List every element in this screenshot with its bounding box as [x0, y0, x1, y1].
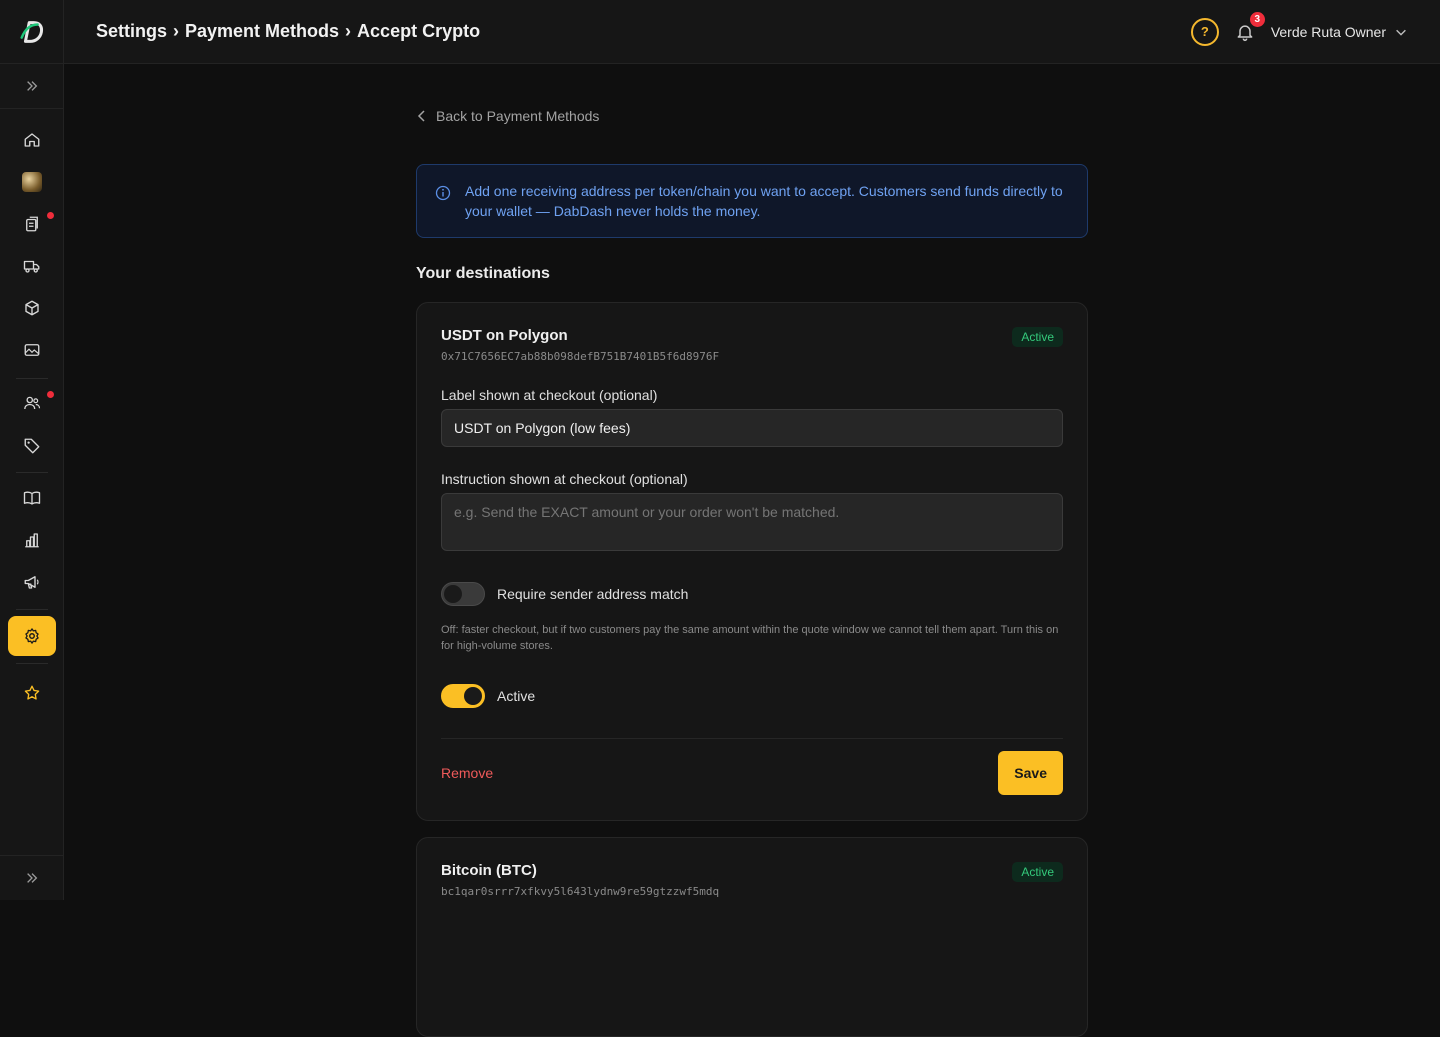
- destination-card: USDT on Polygon 0x71C7656EC7ab88b098defB…: [416, 302, 1088, 821]
- chevron-down-icon: [1396, 29, 1406, 36]
- status-badge: Active: [1012, 327, 1063, 347]
- instruction-field-label: Instruction shown at checkout (optional): [441, 471, 688, 487]
- label-field-label: Label shown at checkout (optional): [441, 387, 658, 403]
- chevrons-right-icon: [27, 873, 38, 883]
- breadcrumb: Settings › Payment Methods › Accept Cryp…: [96, 21, 480, 42]
- sidebar-item-settings[interactable]: [8, 616, 56, 656]
- sender-match-row: Require sender address match: [441, 582, 1063, 606]
- users-icon: [24, 396, 41, 410]
- home-icon: [24, 133, 40, 147]
- sidebar-divider: [16, 472, 48, 473]
- sender-match-label: Require sender address match: [497, 586, 689, 602]
- sender-match-toggle[interactable]: [441, 582, 485, 606]
- sender-match-help: Off: faster checkout, but if two custome…: [441, 624, 1059, 652]
- destination-info: USDT on Polygon 0x71C7656EC7ab88b098defB…: [441, 327, 719, 363]
- breadcrumb-accept-crypto: Accept Crypto: [357, 21, 481, 41]
- sidebar-divider: [16, 663, 48, 664]
- sidebar-item-favorites[interactable]: [8, 673, 56, 713]
- sidebar-item-catalog[interactable]: [8, 478, 56, 518]
- dabdash-logo-icon: [19, 20, 43, 43]
- checkout-label-input[interactable]: USDT on Polygon (low fees): [441, 409, 1063, 447]
- notifications-button[interactable]: 3: [1233, 11, 1265, 44]
- active-row: Active: [441, 684, 1063, 708]
- sidebar: [0, 0, 64, 900]
- checkout-instruction-textarea[interactable]: [441, 493, 1063, 551]
- logo[interactable]: [0, 0, 63, 64]
- book-icon: [23, 491, 41, 505]
- status-badge: Active: [1012, 862, 1063, 882]
- user-menu[interactable]: Verde Ruta Owner: [1271, 24, 1408, 40]
- sidebar-item-discounts[interactable]: [8, 426, 56, 466]
- sidebar-item-delivery[interactable]: [8, 246, 56, 286]
- orders-icon: [26, 216, 38, 232]
- destination-title: Bitcoin (BTC): [441, 862, 537, 879]
- destination-address: bc1qar0srrr7xfkvy5l643lydnw9re59gtzzwf5m…: [441, 885, 720, 898]
- header-actions: ? 3 Verde Ruta Owner: [1190, 11, 1408, 46]
- top-bar: Settings › Payment Methods › Accept Cryp…: [64, 0, 1440, 64]
- help-button[interactable]: ?: [1190, 17, 1219, 46]
- truck-icon: [23, 260, 40, 273]
- info-banner: Add one receiving address per token/chai…: [416, 164, 1088, 238]
- info-icon: [435, 185, 451, 201]
- section-title: Your destinations: [416, 265, 550, 282]
- info-text: Add one receiving address per token/chai…: [465, 183, 1063, 219]
- sidebar-collapse-button[interactable]: [0, 855, 64, 900]
- chart-icon: [25, 533, 39, 548]
- destination-card: Bitcoin (BTC) bc1qar0srrr7xfkvy5l643lydn…: [416, 837, 1088, 1037]
- sidebar-item-home[interactable]: [8, 120, 56, 160]
- sidebar-divider: [16, 378, 48, 379]
- toggle-knob: [464, 687, 482, 705]
- active-label: Active: [497, 688, 536, 704]
- tag-icon: [24, 438, 40, 454]
- breadcrumb-separator: ›: [173, 21, 180, 41]
- sidebar-item-store[interactable]: [8, 162, 56, 202]
- sidebar-item-customers[interactable]: [8, 383, 56, 423]
- chevron-left-icon: [417, 110, 425, 122]
- breadcrumb-settings[interactable]: Settings: [96, 21, 167, 42]
- chevrons-right-icon: [26, 81, 37, 91]
- back-link-label: Back to Payment Methods: [436, 108, 600, 124]
- customers-notification-dot: [47, 391, 54, 398]
- question-circle-icon: ?: [1200, 24, 1209, 39]
- image-icon: [24, 344, 40, 356]
- destination-info: Bitcoin (BTC) bc1qar0srrr7xfkvy5l643lydn…: [441, 862, 719, 898]
- breadcrumb-payment-methods[interactable]: Payment Methods: [185, 21, 339, 42]
- gear-icon: [25, 628, 39, 644]
- toggle-knob: [444, 585, 462, 603]
- sidebar-item-orders[interactable]: [8, 204, 56, 244]
- breadcrumb-separator: ›: [345, 21, 352, 41]
- sidebar-item-marketing[interactable]: [8, 562, 56, 602]
- destination-header: Bitcoin (BTC) bc1qar0srrr7xfkvy5l643lydn…: [441, 862, 1063, 898]
- active-toggle[interactable]: [441, 684, 485, 708]
- star-icon: [24, 685, 40, 700]
- destination-title: USDT on Polygon: [441, 327, 568, 344]
- destination-address: 0x71C7656EC7ab88b098defB751B7401B5f6d897…: [441, 350, 720, 363]
- remove-button[interactable]: Remove: [441, 765, 493, 781]
- save-button[interactable]: Save: [998, 751, 1063, 795]
- sidebar-item-products[interactable]: [8, 288, 56, 328]
- sidebar-item-media[interactable]: [8, 330, 56, 370]
- back-to-payment-methods-link[interactable]: Back to Payment Methods: [416, 108, 599, 124]
- orders-notification-dot: [47, 212, 54, 219]
- store-avatar: [22, 172, 42, 192]
- card-footer: Remove Save: [441, 738, 1063, 795]
- megaphone-icon: [24, 576, 39, 589]
- destination-header: USDT on Polygon 0x71C7656EC7ab88b098defB…: [441, 327, 1063, 363]
- sidebar-item-analytics[interactable]: [8, 520, 56, 560]
- sidebar-expand-button[interactable]: [0, 64, 63, 109]
- box-icon: [25, 300, 39, 316]
- sidebar-divider: [16, 609, 48, 610]
- notification-count-badge: 3: [1249, 11, 1265, 27]
- user-name: Verde Ruta Owner: [1270, 23, 1386, 40]
